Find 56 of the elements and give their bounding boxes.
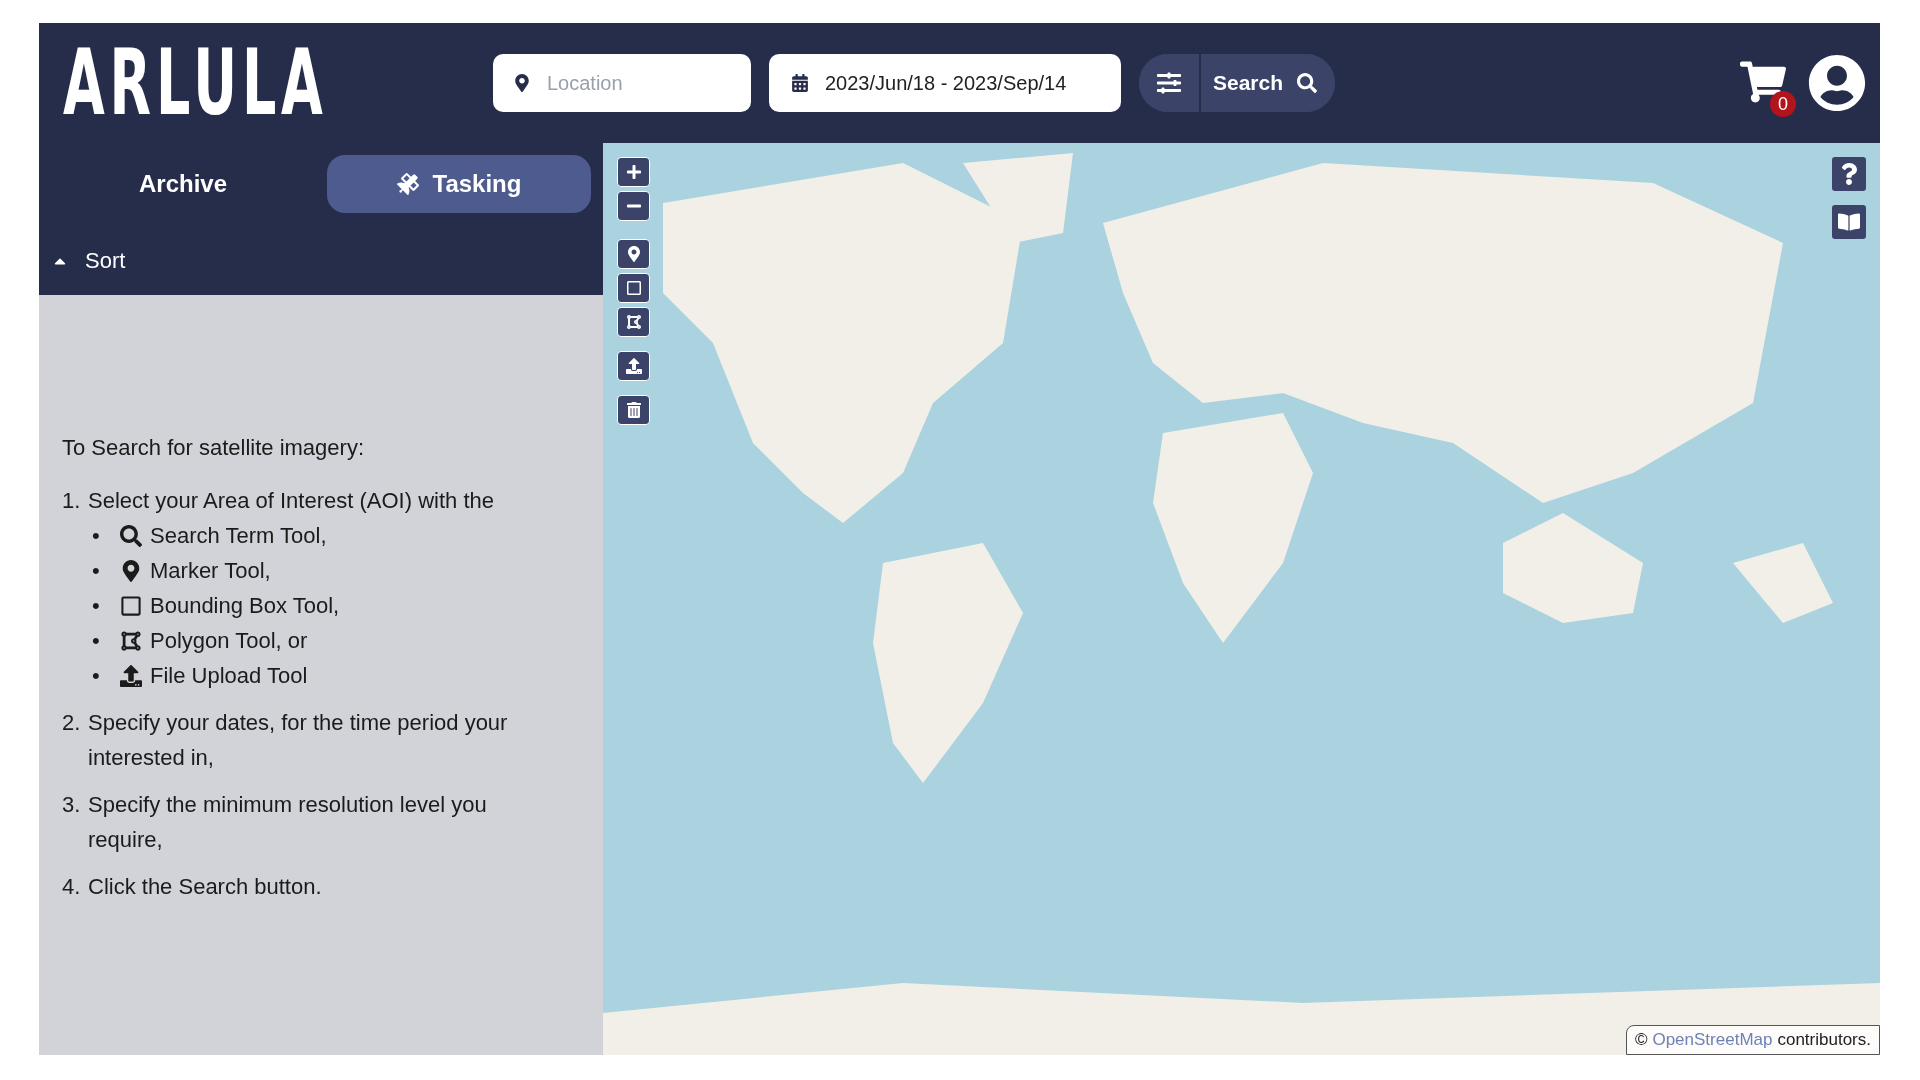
map-tool-button[interactable] — [617, 157, 650, 187]
trash-icon — [625, 402, 642, 418]
bullet: • — [92, 557, 101, 585]
instructions-intro: To Search for satellite imagery: — [62, 435, 366, 461]
map-tool-button[interactable] — [617, 273, 650, 303]
book-icon — [1838, 211, 1860, 233]
tab[interactable]: Tasking — [327, 155, 591, 213]
satellite-icon — [396, 173, 419, 195]
step-number: 4. — [62, 873, 82, 901]
bullet: • — [92, 522, 101, 550]
step-text: Click the Search button. — [88, 873, 322, 901]
search-icon — [120, 524, 142, 547]
map-tool-button[interactable] — [617, 239, 650, 269]
calendar-icon — [791, 74, 809, 92]
search-icon — [1297, 73, 1318, 93]
step-number: 2. — [62, 709, 82, 737]
copyright-symbol: © — [1634, 1030, 1648, 1050]
tool-name: Marker Tool, — [150, 557, 271, 585]
step-number: 3. — [62, 791, 82, 819]
map-tool-button[interactable] — [617, 191, 650, 221]
sliders-icon — [1157, 71, 1181, 95]
tool-name: Search Term Tool, — [150, 522, 327, 550]
logo: ARLULA — [63, 38, 328, 128]
cart-count-badge: 0 — [1770, 91, 1796, 117]
polygon-icon — [120, 629, 142, 652]
map-pin-icon — [120, 559, 142, 582]
polygon-icon — [625, 314, 642, 330]
cart-button[interactable]: 0 — [1740, 49, 1796, 117]
map-tool-button[interactable] — [617, 351, 650, 381]
map-side-button[interactable] — [1832, 157, 1866, 191]
attribution-text: contributors. — [1777, 1030, 1871, 1050]
upload-icon — [120, 664, 142, 687]
openstreetmap-link[interactable]: OpenStreetMap — [1652, 1030, 1773, 1050]
map-tool-button[interactable] — [617, 307, 650, 337]
step-number: 1. — [62, 487, 82, 515]
map-pin-icon — [515, 74, 529, 92]
tool-name: Bounding Box Tool, — [150, 592, 340, 620]
date-range-field[interactable]: 2023/Jun/18 - 2023/Sep/14 — [769, 54, 1121, 112]
bullet: • — [92, 592, 101, 620]
sort-toggle[interactable]: Sort — [39, 227, 603, 295]
map-pin-icon — [625, 246, 642, 262]
bullet: • — [92, 627, 101, 655]
map-side-button[interactable] — [1832, 205, 1866, 239]
user-avatar-icon[interactable] — [1808, 54, 1866, 112]
tool-name: File Upload Tool — [150, 662, 308, 690]
step-text: Select your Area of Interest (AOI) with the — [88, 487, 494, 515]
bullet: • — [92, 662, 101, 690]
upload-icon — [625, 358, 642, 374]
location-field[interactable]: Location — [493, 54, 751, 112]
tab[interactable]: Archive — [51, 155, 315, 213]
step-text: Specify your dates, for the time period your interested in, — [88, 709, 509, 772]
step-text: Specify the minimum resolution level you require, — [88, 791, 488, 854]
map-tool-button[interactable] — [617, 395, 650, 425]
tool-name: Polygon Tool, or — [150, 627, 308, 655]
filter-button[interactable] — [1139, 54, 1201, 112]
plus-icon — [625, 164, 642, 180]
